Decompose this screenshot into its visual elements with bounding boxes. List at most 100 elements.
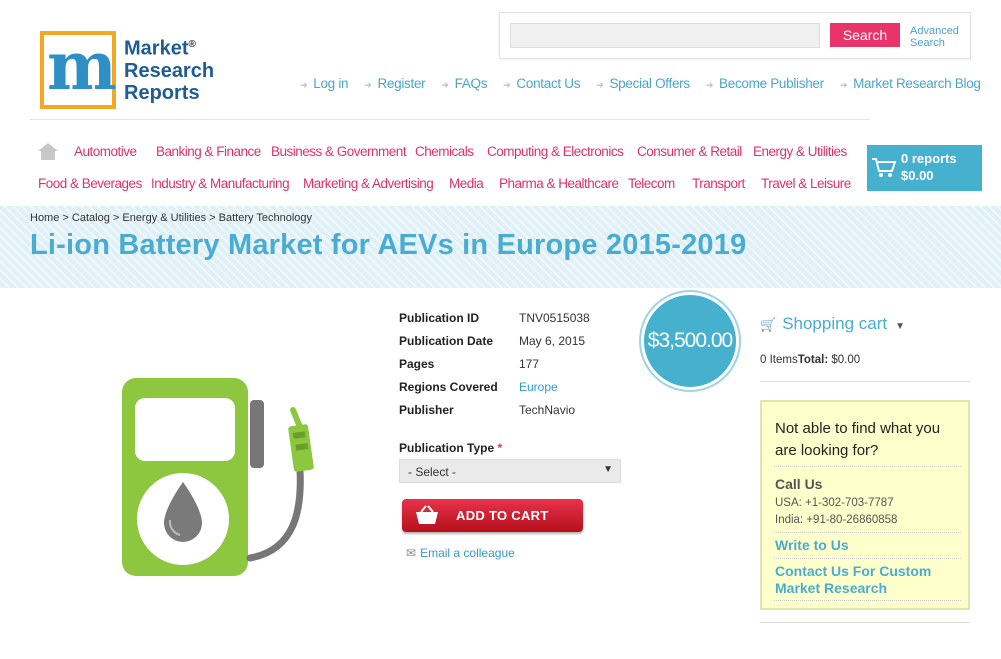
register-label: Register	[377, 76, 426, 91]
breadcrumb-battery-technology[interactable]: Battery Technology	[219, 212, 312, 224]
basket-icon	[416, 505, 438, 524]
site-logo[interactable]: m Market® Research Reports	[40, 27, 215, 110]
detail-value: 177	[519, 357, 540, 371]
region-link[interactable]: Europe	[519, 380, 558, 394]
arrow-icon: ➔	[300, 80, 308, 90]
blog-link[interactable]: ➔ Market Research Blog	[840, 76, 981, 91]
blog-label: Market Research Blog	[853, 76, 981, 91]
category-food-beverages[interactable]: Food & Beverages	[38, 176, 142, 191]
publication-type-select[interactable]: - Select - ▼	[399, 459, 621, 483]
detail-label: Publisher	[399, 403, 454, 417]
caret-down-icon: ▼	[603, 464, 613, 475]
shopping-cart-heading[interactable]: 🛒 Shopping cart ▼	[760, 314, 905, 334]
header-divider	[30, 119, 870, 120]
publication-type-text: Publication Type	[399, 441, 495, 455]
breadcrumb-energy-utilities[interactable]: Energy & Utilities	[122, 212, 206, 224]
cart-small-icon: 🛒	[760, 317, 777, 332]
search-input[interactable]	[510, 23, 820, 48]
category-transport[interactable]: Transport	[692, 176, 745, 191]
category-consumer-retail[interactable]: Consumer & Retail	[637, 144, 742, 159]
page-title: Li-ion Battery Market for AEVs in Europe…	[30, 229, 747, 261]
logo-text: Market® Research Reports	[124, 34, 214, 104]
breadcrumb-home[interactable]: Home	[30, 212, 59, 224]
divider	[760, 622, 970, 623]
cart-count: 0 reports	[901, 151, 957, 166]
envelope-icon: ✉	[406, 546, 417, 560]
category-business-government[interactable]: Business & Government	[271, 144, 407, 159]
detail-value: TechNavio	[519, 403, 576, 417]
special-offers-label: Special Offers	[609, 76, 690, 91]
email-colleague-label: Email a colleague	[420, 546, 515, 560]
detail-value: TNV0515038	[519, 311, 590, 325]
category-automotive[interactable]: Automotive	[74, 144, 137, 159]
category-travel-leisure[interactable]: Travel & Leisure	[761, 176, 851, 191]
logo-registered: ®	[188, 39, 196, 50]
search-button[interactable]: Search	[830, 23, 900, 47]
breadcrumb: Home > Catalog > Energy & Utilities > Ba…	[30, 212, 313, 224]
logo-mark: m	[40, 27, 117, 109]
category-telecom[interactable]: Telecom	[628, 176, 675, 191]
category-energy-utilities[interactable]: Energy & Utilities	[753, 144, 847, 159]
category-chemicals[interactable]: Chemicals	[415, 144, 474, 159]
faqs-label: FAQs	[454, 76, 488, 91]
required-marker: *	[497, 441, 503, 455]
advanced-search-line2: Search	[910, 37, 945, 49]
arrow-icon: ➔	[596, 80, 604, 90]
shopping-cart-title: Shopping cart	[782, 314, 888, 333]
usa-phone: USA: +1-302-703-7787	[775, 497, 894, 509]
write-to-us-link[interactable]: Write to Us	[775, 537, 965, 554]
search-box: Search Advanced Search	[499, 12, 971, 59]
home-icon[interactable]	[38, 143, 58, 160]
category-industry-manufacturing[interactable]: Industry & Manufacturing	[151, 176, 290, 191]
top-links: ➔ Log in ➔ Register ➔ FAQs ➔ Contact Us ➔ Spe…	[300, 76, 997, 91]
divider	[774, 466, 961, 467]
category-computing-electronics[interactable]: Computing & Electronics	[487, 144, 624, 159]
cart-items-count: 0 Items	[760, 354, 798, 366]
divider	[774, 532, 961, 533]
select-value: - Select -	[408, 465, 457, 479]
arrow-icon: ➔	[705, 80, 714, 90]
category-banking-finance[interactable]: Banking & Finance	[156, 144, 261, 159]
special-offers-link[interactable]: ➔ Special Offers	[596, 76, 690, 91]
custom-research-link[interactable]: Contact Us For Custom Market Research	[775, 563, 965, 597]
arrow-icon: ➔	[364, 80, 372, 90]
breadcrumb-catalog[interactable]: Catalog	[72, 212, 110, 224]
cart-amount: $0.00	[901, 168, 934, 183]
arrow-icon: ➔	[441, 80, 449, 90]
become-publisher-link[interactable]: ➔ Become Publisher	[706, 76, 824, 91]
cart-icon	[872, 158, 897, 177]
shopping-cart-totals: 0 ItemsTotal: $0.00	[760, 354, 860, 366]
help-box: Not able to find what you are looking fo…	[760, 400, 970, 610]
faqs-link[interactable]: ➔ FAQs	[441, 76, 487, 91]
logo-m-glyph: m	[47, 27, 117, 105]
fuel-pump-illustration	[122, 378, 314, 576]
cart-total-value: $0.00	[831, 354, 861, 366]
call-us-title: Call Us	[775, 476, 823, 492]
divider	[774, 558, 961, 559]
category-media[interactable]: Media	[449, 176, 484, 191]
email-colleague-link[interactable]: ✉ Email a colleague	[406, 546, 515, 560]
login-label: Log in	[313, 76, 349, 91]
india-phone: India: +91-80-26860858	[775, 514, 898, 526]
cart-total-label: Total:	[797, 354, 829, 366]
header-cart-button[interactable]: 0 reports $0.00	[867, 145, 982, 191]
register-link[interactable]: ➔ Register	[364, 76, 425, 91]
detail-label: Publication Date	[399, 334, 494, 348]
contact-us-label: Contact Us	[516, 76, 581, 91]
arrow-icon: ➔	[503, 80, 511, 90]
login-link[interactable]: ➔ Log in	[300, 76, 349, 91]
become-publisher-label: Become Publisher	[719, 76, 824, 91]
logo-line2: Research	[124, 59, 215, 82]
advanced-search-link[interactable]: Advanced Search	[910, 25, 959, 49]
detail-label: Pages	[399, 357, 435, 371]
contact-us-link[interactable]: ➔ Contact Us	[503, 76, 580, 91]
divider	[774, 600, 961, 601]
detail-label: Regions Covered	[399, 380, 498, 394]
add-to-cart-button[interactable]: ADD TO CART	[402, 499, 583, 532]
advanced-search-line1: Advanced	[910, 25, 959, 37]
category-marketing-advertising[interactable]: Marketing & Advertising	[303, 176, 434, 191]
category-pharma-healthcare[interactable]: Pharma & Healthcare	[499, 176, 619, 191]
detail-value: May 6, 2015	[519, 334, 586, 348]
add-to-cart-label: ADD TO CART	[456, 508, 549, 523]
arrow-icon: ➔	[839, 80, 848, 90]
